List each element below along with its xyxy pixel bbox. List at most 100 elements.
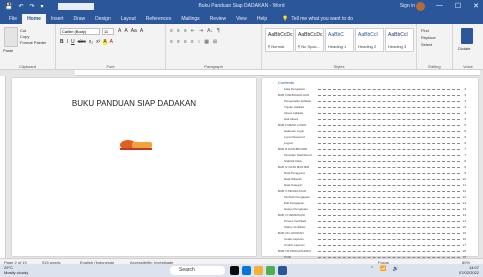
replace-button[interactable]: Replace	[421, 34, 436, 41]
multilevel-list-button[interactable]: ≡	[184, 28, 187, 34]
microphone-icon[interactable]	[461, 28, 473, 44]
ribbon-tabs: File Home Insert Draw Design Layout Refe…	[0, 13, 483, 24]
select-button[interactable]: Select	[421, 41, 436, 48]
wifi-icon[interactable]: 📶	[380, 266, 386, 272]
font-size-select[interactable]: 11	[102, 28, 114, 35]
taskbar-search[interactable]: Search	[170, 266, 225, 275]
vertical-ruler[interactable]	[0, 76, 6, 258]
align-center-button[interactable]: ≡	[177, 39, 180, 45]
style-name: ¶ Normal	[268, 44, 285, 49]
sign-in-link[interactable]: Sign in	[400, 3, 415, 9]
style-heading-1[interactable]: AaBbC Heading 1	[325, 28, 354, 52]
task-view-icon[interactable]	[230, 266, 239, 275]
font-name-select[interactable]: Calibri (Body)	[60, 28, 100, 35]
style-normal[interactable]: AaBbCcDc ¶ Normal	[265, 28, 294, 52]
tab-help[interactable]: Help	[252, 14, 272, 24]
highlight-button[interactable]: A	[103, 39, 107, 45]
style-no-spacing[interactable]: AaBbCcDc ¶ No Spac...	[295, 28, 324, 52]
taskbar: 29°C Mostly cloudy Search ⌃ 📶 🔊 14:07 07…	[0, 264, 483, 277]
justify-button[interactable]: ≡	[191, 39, 194, 45]
bullets-button[interactable]: ≡	[170, 28, 173, 34]
volume-icon[interactable]: 🔊	[392, 266, 398, 272]
bold-button[interactable]: B	[60, 39, 64, 45]
increase-indent-button[interactable]: ⇥	[199, 28, 203, 34]
subscript-button[interactable]: x₂	[89, 39, 93, 45]
toc-leader	[318, 101, 460, 103]
paste-icon[interactable]	[4, 27, 18, 47]
borders-button[interactable]: ⊞	[213, 39, 217, 45]
numbering-button[interactable]: ≡	[177, 28, 180, 34]
page-1[interactable]: BUKU PANDUAN SIAP DADAKAN	[12, 78, 256, 256]
toc-leader	[318, 137, 460, 139]
chrome-icon[interactable]	[266, 266, 275, 275]
paste-button[interactable]: Paste	[3, 48, 13, 53]
style-sample: AaBbCcI	[358, 32, 378, 38]
toc-leader	[318, 95, 460, 97]
toc-leader	[318, 113, 460, 115]
style-name: ¶ No Spac...	[298, 44, 320, 49]
font-format-row: B I U abc x₂ x² A A	[60, 39, 113, 45]
align-right-button[interactable]: ≡	[184, 39, 187, 45]
toc-leader	[318, 125, 460, 127]
toc-leader	[318, 245, 460, 247]
underline-button[interactable]: U	[71, 39, 75, 45]
tab-references[interactable]: References	[141, 14, 177, 24]
chevron-up-icon[interactable]: ⌃	[370, 266, 374, 272]
avatar[interactable]	[416, 2, 425, 11]
shading-button[interactable]: ▦	[204, 39, 209, 45]
tab-insert[interactable]: Insert	[46, 14, 69, 24]
align-left-button[interactable]: ≡	[170, 39, 173, 45]
font-color-button[interactable]: A	[110, 39, 113, 45]
system-tray: ⌃ 📶 🔊	[370, 266, 399, 272]
change-case-button[interactable]: Aa	[131, 28, 137, 34]
clear-format-button[interactable]: A	[140, 28, 143, 34]
line-spacing-button[interactable]: ↕	[198, 39, 201, 45]
font-group: Calibri (Body) 11 A A Aa A B I U abc x₂ …	[56, 24, 166, 70]
toc-leader	[318, 149, 460, 151]
weather-widget[interactable]: 29°C Mostly cloudy	[4, 265, 28, 275]
style-heading-2[interactable]: AaBbCcI Heading 2	[355, 28, 384, 52]
show-marks-button[interactable]: ¶	[217, 28, 220, 34]
tab-mailings[interactable]: Mailings	[176, 14, 204, 24]
toc-title: Contents	[278, 80, 295, 85]
tab-review[interactable]: Review	[205, 14, 231, 24]
toc-leader	[318, 251, 460, 253]
styles-label: Styles	[333, 64, 345, 69]
clock[interactable]: 14:07 07/02/2022	[459, 265, 479, 275]
tab-layout[interactable]: Layout	[116, 14, 141, 24]
strikethrough-button[interactable]: abc	[78, 39, 86, 45]
tab-draw[interactable]: Draw	[68, 14, 90, 24]
maximize-button[interactable]: ☐	[455, 2, 461, 10]
taskbar-apps	[230, 266, 287, 275]
minimize-button[interactable]: —	[436, 2, 443, 10]
toc-leader	[318, 203, 460, 205]
table-of-contents: Contents Kata Pengantar 2 BAB I PENDAHULUA…	[278, 78, 466, 260]
page-2[interactable]: Contents Kata Pengantar 2 BAB I PENDAHULUA…	[262, 78, 478, 259]
toc-leader	[318, 155, 460, 157]
toc-leader	[318, 233, 460, 235]
tab-home[interactable]: Home	[22, 14, 46, 24]
italic-button[interactable]: I	[67, 39, 68, 45]
document-heading: BUKU PANDUAN SIAP DADAKAN	[71, 99, 197, 108]
superscript-button[interactable]: x²	[96, 39, 100, 45]
find-button[interactable]: Find	[421, 27, 436, 34]
format-painter-button[interactable]: Format Painter	[20, 40, 46, 46]
horizontal-ruler[interactable]	[75, 70, 480, 76]
dictate-button[interactable]: Dictate	[458, 46, 470, 51]
tab-file[interactable]: File	[4, 14, 22, 24]
tell-me-label: Tell me what you want to do	[291, 16, 354, 22]
grow-font-button[interactable]: A	[118, 28, 121, 34]
tab-design[interactable]: Design	[90, 14, 116, 24]
file-explorer-icon[interactable]	[254, 266, 263, 275]
style-heading-3[interactable]: AaBbCcI Heading 3	[385, 28, 414, 52]
close-button[interactable]: ✕	[473, 2, 479, 10]
word-icon[interactable]	[278, 266, 287, 275]
tell-me-search[interactable]: 💡 Tell me what you want to do	[278, 14, 357, 24]
ribbon: Paste Cut Copy Format Painter Clipboard …	[0, 24, 483, 70]
decrease-indent-button[interactable]: ⇤	[191, 28, 195, 34]
tab-view[interactable]: View	[231, 14, 252, 24]
sort-button[interactable]: A↓	[207, 28, 213, 34]
shrink-font-button[interactable]: A	[124, 28, 127, 34]
clipboard-group: Paste Cut Copy Format Painter Clipboard	[0, 24, 56, 70]
edge-icon[interactable]	[242, 266, 251, 275]
